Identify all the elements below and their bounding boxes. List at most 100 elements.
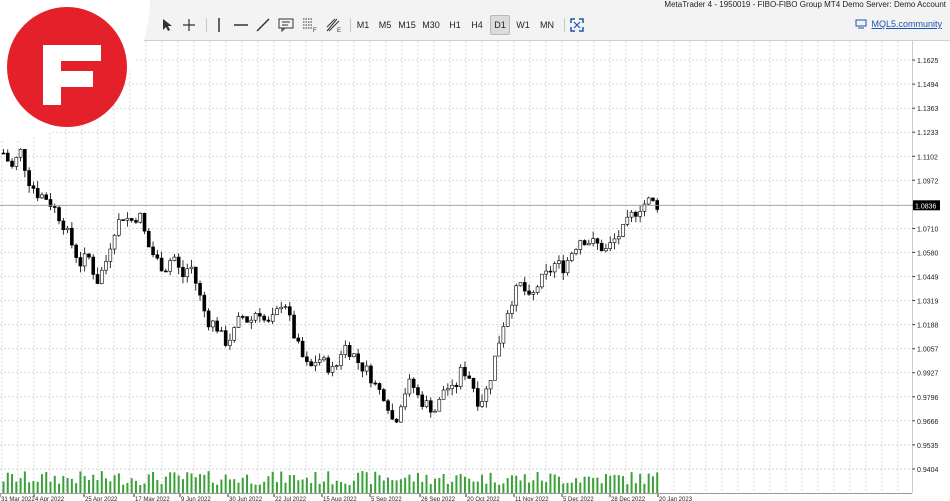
volume-bar bbox=[331, 484, 334, 493]
svg-text:E: E bbox=[337, 28, 341, 33]
volume-bar bbox=[254, 484, 257, 493]
date-tick-label: 5 Dec 2022 bbox=[563, 497, 594, 501]
candle-body bbox=[287, 306, 292, 316]
candle-body bbox=[454, 384, 459, 387]
volume-bar bbox=[357, 472, 360, 493]
volume-bar bbox=[425, 474, 428, 493]
candle-body bbox=[313, 362, 318, 367]
candle-body bbox=[381, 389, 386, 402]
candle-body bbox=[373, 382, 378, 385]
candle-body bbox=[433, 410, 437, 413]
fullscreen-icon[interactable] bbox=[568, 15, 586, 35]
volume-bar bbox=[485, 483, 488, 493]
candle-body bbox=[552, 263, 557, 273]
volume-bar bbox=[335, 480, 338, 493]
candle-body bbox=[450, 384, 454, 389]
candle-body bbox=[386, 400, 390, 411]
timeframe-h1[interactable]: H1 bbox=[446, 15, 464, 35]
candle-body bbox=[522, 282, 527, 292]
timeframe-m15[interactable]: M15 bbox=[396, 15, 418, 35]
volume-bar bbox=[19, 478, 22, 493]
timeframe-mn[interactable]: MN bbox=[536, 15, 558, 35]
volume-bar bbox=[536, 472, 539, 493]
vertical-line-icon[interactable] bbox=[212, 15, 226, 35]
candle-body bbox=[112, 234, 117, 250]
candle-body bbox=[245, 316, 249, 323]
volume-bar bbox=[489, 472, 492, 493]
candle-body bbox=[40, 194, 44, 199]
candle-body bbox=[138, 212, 143, 223]
price-tick-label: 1.1363 bbox=[917, 106, 939, 113]
candle-body bbox=[604, 248, 608, 252]
volume-bar bbox=[515, 475, 518, 493]
timeframe-d1[interactable]: D1 bbox=[490, 15, 510, 35]
candle-body bbox=[616, 236, 621, 240]
candle-body bbox=[108, 248, 113, 262]
volume-bar bbox=[549, 473, 552, 493]
candle-body bbox=[531, 292, 536, 295]
candle-body bbox=[176, 256, 181, 268]
volume-bar bbox=[421, 481, 424, 493]
candle-body bbox=[27, 170, 31, 187]
candle-body bbox=[471, 378, 476, 389]
volume-bar bbox=[575, 478, 578, 493]
volume-bar bbox=[656, 472, 659, 493]
candle-body bbox=[10, 160, 14, 167]
candle-body bbox=[347, 345, 352, 357]
candle-body bbox=[159, 257, 164, 272]
candle-body bbox=[317, 359, 322, 363]
price-chart[interactable] bbox=[0, 41, 912, 493]
candle-body bbox=[428, 400, 433, 413]
candle-body bbox=[168, 260, 172, 272]
candle-body bbox=[198, 283, 202, 296]
candle-body bbox=[518, 282, 523, 287]
fibonacci-icon[interactable]: F bbox=[300, 15, 320, 35]
candle-body bbox=[527, 290, 531, 295]
price-tick-label: 1.1233 bbox=[917, 130, 939, 137]
volume-bar bbox=[233, 479, 236, 493]
candle-body bbox=[548, 270, 553, 273]
trendline-icon[interactable] bbox=[254, 15, 272, 35]
volume-bar bbox=[36, 481, 39, 493]
volume-bar bbox=[374, 471, 377, 493]
mql5-community-link[interactable]: MQL5.community bbox=[855, 19, 942, 29]
candle-body bbox=[441, 389, 446, 400]
timeframe-m1[interactable]: M1 bbox=[354, 15, 372, 35]
candle-body bbox=[18, 149, 23, 158]
candle-body bbox=[249, 319, 254, 323]
community-link-label: MQL5.community bbox=[871, 19, 942, 29]
timeframe-m5[interactable]: M5 bbox=[376, 15, 394, 35]
cursor-icon[interactable] bbox=[158, 15, 176, 35]
volume-bar bbox=[523, 474, 526, 493]
candle-body bbox=[446, 388, 450, 391]
volume-bar bbox=[305, 477, 308, 493]
date-tick-label: 9 Jun 2022 bbox=[181, 497, 211, 501]
timeframe-w1[interactable]: W1 bbox=[514, 15, 532, 35]
volume-bar bbox=[40, 474, 43, 493]
volume-bar bbox=[207, 471, 210, 493]
volume-bar bbox=[152, 471, 155, 493]
candle-body bbox=[411, 378, 416, 388]
candle-body bbox=[505, 313, 510, 327]
candle-body bbox=[399, 406, 403, 423]
candle-body bbox=[14, 156, 19, 167]
candle-body bbox=[612, 238, 617, 244]
text-label-icon[interactable] bbox=[276, 15, 296, 35]
crosshair-icon[interactable] bbox=[180, 15, 198, 35]
volume-bar bbox=[87, 479, 90, 493]
fibo-logo bbox=[0, 0, 150, 140]
candle-body bbox=[591, 238, 595, 244]
candle-body bbox=[292, 314, 296, 339]
volume-bar bbox=[156, 479, 159, 493]
horizontal-line-icon[interactable] bbox=[232, 15, 250, 35]
price-tick-label: 0.9666 bbox=[917, 419, 939, 426]
timeframe-h4[interactable]: H4 bbox=[468, 15, 486, 35]
volume-bar bbox=[66, 478, 69, 493]
candle-body bbox=[134, 220, 138, 223]
candle-body bbox=[467, 375, 472, 379]
andrews-pitchfork-icon[interactable]: E bbox=[324, 15, 344, 35]
candle-body bbox=[608, 242, 613, 249]
community-icon bbox=[855, 19, 867, 29]
date-tick-label: 30 Jun 2022 bbox=[229, 497, 263, 501]
timeframe-m30[interactable]: M30 bbox=[420, 15, 442, 35]
